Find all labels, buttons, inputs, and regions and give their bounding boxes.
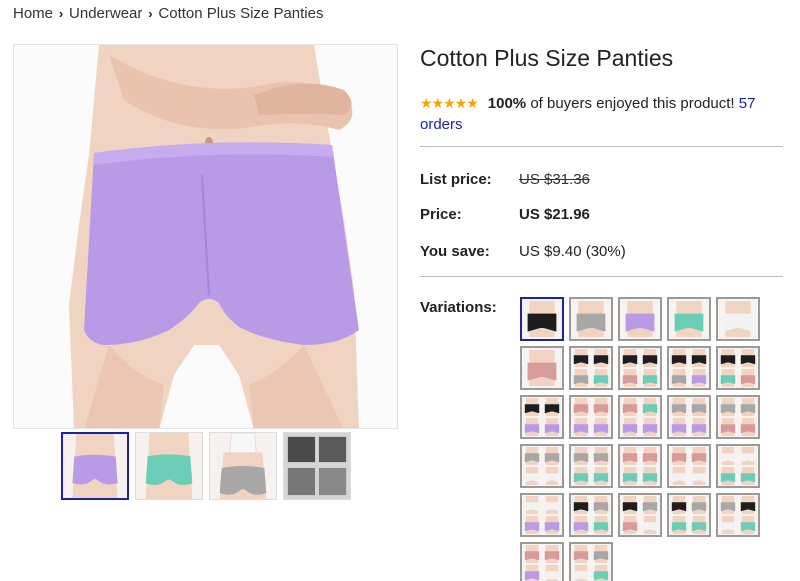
product-title: Cotton Plus Size Panties <box>420 45 674 71</box>
variations-grid <box>520 297 780 581</box>
variation-swatch[interactable] <box>569 444 613 488</box>
product-main-image[interactable] <box>13 44 398 429</box>
thumbnail-gray[interactable] <box>209 432 277 500</box>
variation-swatch[interactable] <box>569 542 613 581</box>
variation-swatch[interactable] <box>716 346 760 390</box>
chevron-right-icon: › <box>148 5 153 21</box>
price-value: US $21.96 <box>519 206 590 223</box>
variation-swatch[interactable] <box>667 346 711 390</box>
variation-swatch[interactable] <box>520 395 564 439</box>
variation-swatch[interactable] <box>667 395 711 439</box>
variation-swatch[interactable] <box>618 346 662 390</box>
divider <box>420 146 783 147</box>
variation-swatch[interactable] <box>667 493 711 537</box>
savings-value: US $9.40 (30%) <box>519 243 626 260</box>
savings-row: You save: US $9.40 (30%) <box>420 243 626 260</box>
divider <box>420 276 783 277</box>
variation-swatch[interactable] <box>716 297 760 341</box>
variation-swatch[interactable] <box>618 444 662 488</box>
rating-text: of buyers enjoyed this product! <box>530 95 735 112</box>
variation-swatch[interactable] <box>569 395 613 439</box>
variation-swatch[interactable] <box>716 444 760 488</box>
variation-swatch[interactable] <box>520 444 564 488</box>
thumbnail-strip <box>61 432 351 500</box>
thumbnail-lavender[interactable] <box>61 432 129 500</box>
breadcrumb: Home › Underwear › Cotton Plus Size Pant… <box>13 4 323 22</box>
chevron-right-icon: › <box>58 5 64 21</box>
variation-swatch[interactable] <box>716 493 760 537</box>
breadcrumb-home[interactable]: Home <box>13 5 53 22</box>
variation-swatch[interactable] <box>520 297 564 341</box>
variation-swatch[interactable] <box>667 297 711 341</box>
variation-swatch[interactable] <box>569 493 613 537</box>
list-price-value: US $31.36 <box>519 171 590 188</box>
breadcrumb-current: Cotton Plus Size Panties <box>158 4 324 22</box>
variation-swatch[interactable] <box>520 542 564 581</box>
variation-swatch[interactable] <box>716 395 760 439</box>
variation-swatch[interactable] <box>667 444 711 488</box>
list-price-row: List price: US $31.36 <box>420 171 590 188</box>
price-row: Price: US $21.96 <box>420 206 590 223</box>
variation-swatch[interactable] <box>569 297 613 341</box>
variation-swatch[interactable] <box>520 346 564 390</box>
variation-swatch[interactable] <box>569 346 613 390</box>
rating-summary: ★★★★★ 100% of buyers enjoyed this product… <box>420 93 785 135</box>
star-rating-icon: ★★★★★ <box>420 95 479 111</box>
variation-swatch[interactable] <box>618 297 662 341</box>
variation-swatch[interactable] <box>618 395 662 439</box>
rating-percent: 100% <box>487 95 527 112</box>
list-price-label: List price: <box>420 171 492 188</box>
savings-label: You save: <box>420 243 490 260</box>
thumbnail-fabric[interactable] <box>283 432 351 500</box>
variation-swatch[interactable] <box>520 493 564 537</box>
variations-label: Variations: <box>420 299 497 316</box>
variation-swatch[interactable] <box>618 493 662 537</box>
price-label: Price: <box>420 206 462 223</box>
breadcrumb-category[interactable]: Underwear <box>69 5 142 22</box>
thumbnail-mint[interactable] <box>135 432 203 500</box>
